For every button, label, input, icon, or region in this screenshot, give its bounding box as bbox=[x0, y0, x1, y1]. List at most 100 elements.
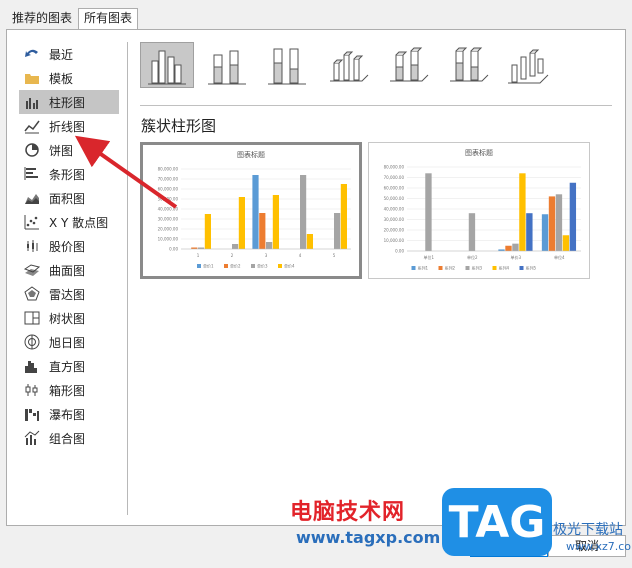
3d-clustered-column-subtype-button[interactable] bbox=[320, 42, 374, 88]
3d-clustered-column-icon bbox=[330, 51, 369, 82]
sidebar-item-treemap-chart[interactable]: 树状图 bbox=[19, 306, 119, 330]
bar bbox=[300, 175, 307, 249]
line-chart-icon bbox=[23, 117, 41, 135]
stacked-column-subtype-button[interactable] bbox=[200, 42, 254, 88]
y-tick-label: 10,000.00 bbox=[384, 238, 405, 243]
bar bbox=[334, 213, 341, 249]
x-tick-label: 单位2 bbox=[467, 254, 478, 260]
area-chart-icon bbox=[23, 189, 41, 207]
legend-label: 单价1 bbox=[203, 263, 214, 269]
tab-recommended-charts[interactable]: 推荐的图表 bbox=[6, 8, 78, 28]
sidebar-item-label: 雷达图 bbox=[49, 287, 86, 302]
surface-chart-icon bbox=[23, 261, 41, 279]
3d-stacked-column-icon bbox=[390, 47, 429, 82]
bar bbox=[541, 214, 549, 251]
bar bbox=[259, 213, 266, 249]
legend-label: 系列4 bbox=[499, 265, 510, 271]
bar bbox=[519, 173, 526, 251]
sidebar-item-scatter-chart[interactable]: X Y 散点图 bbox=[19, 210, 119, 234]
sidebar-item-folder[interactable]: 模板 bbox=[19, 66, 119, 90]
sidebar-item-label: 瀑布图 bbox=[49, 407, 86, 422]
sidebar-item-column-chart[interactable]: 柱形图 bbox=[19, 90, 119, 114]
horizontal-divider bbox=[140, 105, 612, 106]
bar bbox=[548, 196, 556, 251]
y-tick-label: 60,000.00 bbox=[158, 187, 179, 192]
pie-chart-icon bbox=[23, 141, 41, 159]
chart-preview-svg-1: 图表标题 0.00 10,000.00 20,000.00 30,000.00 40,00… bbox=[158, 150, 351, 269]
bar bbox=[266, 242, 273, 249]
sunburst-chart-icon bbox=[23, 333, 41, 351]
bar bbox=[204, 214, 211, 249]
y-tick-label: 50,000.00 bbox=[158, 197, 179, 202]
sidebar-item-box-whisker-chart[interactable]: 箱形图 bbox=[19, 378, 119, 402]
tab-all-charts[interactable]: 所有图表 bbox=[78, 8, 139, 30]
x-tick-label: 3 bbox=[265, 253, 268, 258]
y-tick-label: 70,000.00 bbox=[384, 175, 405, 180]
legend-label: 单价3 bbox=[257, 263, 268, 269]
tab-bar: 推荐的图表 所有图表 bbox=[6, 8, 139, 30]
bar bbox=[425, 173, 432, 251]
y-tick-label: 30,000.00 bbox=[384, 217, 405, 222]
sidebar-item-label: 曲面图 bbox=[49, 263, 86, 278]
sidebar-item-radar-chart[interactable]: 雷达图 bbox=[19, 282, 119, 306]
y-tick-label: 60,000.00 bbox=[384, 186, 405, 191]
y-tick-label: 40,000.00 bbox=[158, 207, 179, 212]
y-tick-label: 0.00 bbox=[169, 247, 178, 252]
sidebar-item-line-chart[interactable]: 折线图 bbox=[19, 114, 119, 138]
bar bbox=[468, 213, 476, 251]
bar bbox=[505, 245, 512, 251]
3d-stacked-column-subtype-button[interactable] bbox=[380, 42, 434, 88]
sidebar-item-surface-chart[interactable]: 曲面图 bbox=[19, 258, 119, 282]
sidebar-item-histogram-chart[interactable]: 直方图 bbox=[19, 354, 119, 378]
sidebar-item-area-chart[interactable]: 面积图 bbox=[19, 186, 119, 210]
watermark-side-url: www.xz7.com bbox=[566, 540, 632, 553]
x-tick-label: 单价3 bbox=[510, 254, 521, 260]
sidebar-item-label: 条形图 bbox=[49, 167, 86, 182]
combo-chart-icon bbox=[23, 429, 41, 447]
bar-chart-icon bbox=[23, 165, 41, 183]
bar bbox=[340, 184, 347, 249]
legend-label: 系列3 bbox=[472, 265, 483, 271]
radar-chart-icon bbox=[23, 285, 41, 303]
clustered-column-subtype-button[interactable] bbox=[140, 42, 194, 88]
treemap-chart-icon bbox=[23, 309, 41, 327]
y-tick-label: 20,000.00 bbox=[158, 227, 179, 232]
bar bbox=[272, 195, 279, 249]
legend-swatch bbox=[197, 264, 201, 268]
bar bbox=[306, 234, 313, 249]
chart-preview-1[interactable]: 图表标题 0.00 10,000.00 20,000.00 30,000.00 40,00… bbox=[140, 142, 362, 279]
bar bbox=[252, 175, 259, 249]
y-tick-label: 30,000.00 bbox=[158, 217, 179, 222]
100-stacked-column-subtype-button[interactable] bbox=[260, 42, 314, 88]
chart-type-sidebar: 最近 模板 柱形图 折线图饼图条形图面积图 X Y 散点图股价图曲面图雷达图树状图旭日图… bbox=[19, 42, 119, 450]
sidebar-item-label: 旭日图 bbox=[49, 335, 86, 350]
x-tick-label: 单位4 bbox=[554, 254, 565, 260]
watermark-logo: TAG bbox=[442, 488, 552, 556]
sidebar-item-stock-chart[interactable]: 股价图 bbox=[19, 234, 119, 258]
sidebar-item-label: 股价图 bbox=[49, 239, 86, 254]
chart-preview-svg-2: 图表标题 0.00 10,000.00 20,000.00 30,000.00 40,00… bbox=[384, 148, 581, 271]
bar bbox=[232, 244, 239, 249]
sidebar-item-combo-chart[interactable]: 组合图 bbox=[19, 426, 119, 450]
watermark-title: 电脑技术网 bbox=[290, 500, 406, 525]
3d-column-subtype-button[interactable] bbox=[500, 42, 554, 88]
sidebar-item-bar-chart[interactable]: 条形图 bbox=[19, 162, 119, 186]
watermark-url: www.tagxp.com bbox=[296, 528, 441, 547]
sidebar-item-waterfall-chart[interactable]: 瀑布图 bbox=[19, 402, 119, 426]
x-tick-label: 1 bbox=[197, 253, 200, 258]
3d-100-stacked-column-subtype-button[interactable] bbox=[440, 42, 494, 88]
chart-preview-2[interactable]: 图表标题 0.00 10,000.00 20,000.00 30,000.00 40,00… bbox=[368, 142, 590, 279]
legend-swatch bbox=[519, 266, 524, 270]
y-tick-label: 70,000.00 bbox=[158, 177, 179, 182]
legend-label: 系列5 bbox=[526, 265, 537, 271]
sidebar-item-pie-chart[interactable]: 饼图 bbox=[19, 138, 119, 162]
y-tick-label: 80,000.00 bbox=[384, 165, 405, 170]
legend-swatch bbox=[465, 266, 470, 270]
sidebar-item-label: 直方图 bbox=[49, 359, 86, 374]
sidebar-item-sunburst-chart[interactable]: 旭日图 bbox=[19, 330, 119, 354]
sidebar-item-label: 饼图 bbox=[49, 143, 74, 158]
y-tick-label: 10,000.00 bbox=[158, 237, 179, 242]
sidebar-item-undo-arrow[interactable]: 最近 bbox=[19, 42, 119, 66]
sidebar-item-label: 箱形图 bbox=[49, 383, 86, 398]
sidebar-item-label: 树状图 bbox=[49, 311, 86, 326]
